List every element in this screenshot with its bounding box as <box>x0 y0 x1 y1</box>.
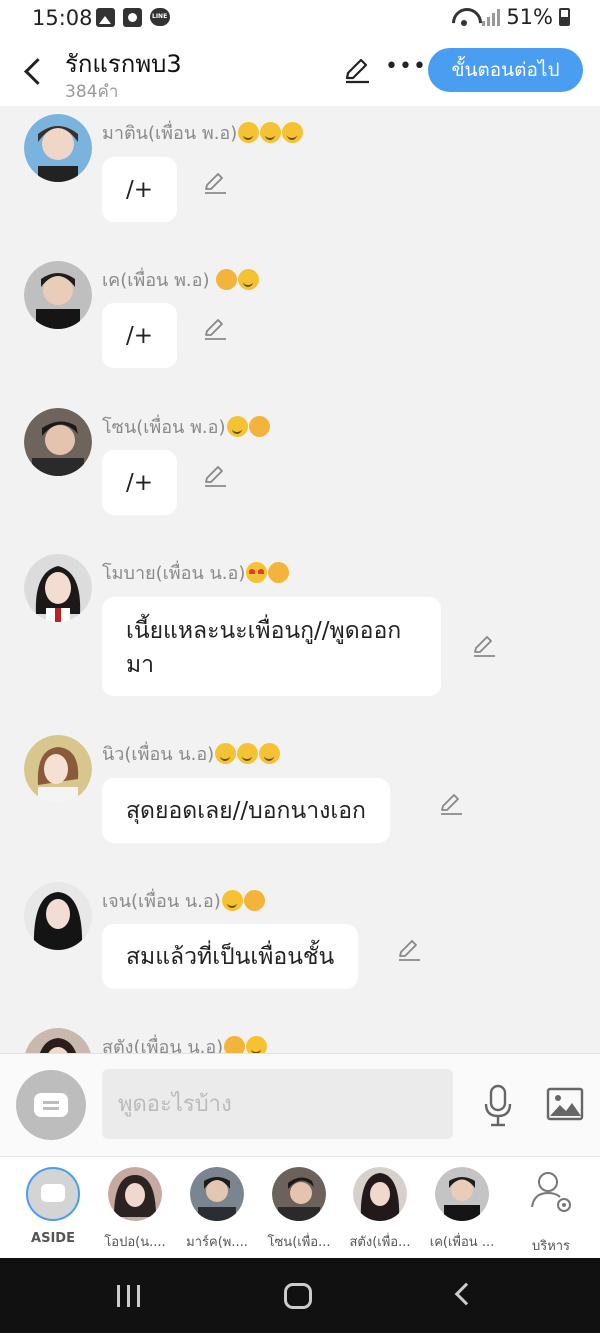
character-aside[interactable]: ASIDE <box>13 1167 93 1246</box>
smile-emoji <box>238 269 260 290</box>
battery-percent: 51% <box>506 5 553 29</box>
chat-area[interactable]: มาติน(เพื่อน พ.อ) /+ เค(เพื่อน พ.อ) /+ โ… <box>0 106 600 1053</box>
status-bar: 15:08 51% <box>0 0 600 36</box>
user-settings-icon <box>531 1172 571 1212</box>
character-item[interactable]: มาร์ค(พ.... <box>177 1167 257 1252</box>
sender-name: สตัง(เพื่อน น.อ) <box>102 1032 268 1053</box>
edit-message-icon[interactable] <box>438 790 464 816</box>
sender-name: โมบาย(เพื่อน น.อ) <box>102 558 290 587</box>
manage-characters[interactable]: บริหาร <box>511 1167 591 1256</box>
character-avatar[interactable] <box>24 882 92 950</box>
more-options-icon[interactable]: ••• <box>385 54 427 79</box>
system-status: 51% <box>452 5 570 29</box>
character-avatar[interactable] <box>24 735 92 803</box>
message-bubble[interactable]: /+ <box>102 157 178 222</box>
kiss-wink-emoji <box>224 1036 246 1053</box>
character-avatar[interactable] <box>24 554 92 622</box>
aside-icon <box>26 1167 80 1221</box>
sender-name: เค(เพื่อน พ.อ) <box>102 265 260 294</box>
screen-record-icon <box>123 8 142 27</box>
line-app-icon <box>150 8 170 26</box>
character-avatar <box>353 1167 407 1221</box>
character-avatar <box>435 1167 489 1221</box>
edit-message-icon[interactable] <box>396 936 422 962</box>
character-label: มาร์ค(พ.... <box>186 1235 248 1250</box>
character-item[interactable]: สตัง(เพื่อ... <box>340 1167 420 1252</box>
sender-name: เจน(เพื่อน น.อ) <box>102 886 265 915</box>
system-back-button[interactable] <box>454 1282 478 1306</box>
image-icon[interactable] <box>546 1087 584 1121</box>
character-label: โอปอ(น.... <box>104 1235 166 1250</box>
smile-emoji <box>237 743 259 764</box>
wifi-icon <box>452 8 476 26</box>
character-item[interactable]: เค(เพื่อน ... <box>422 1167 502 1252</box>
status-time: 15:08 <box>32 6 93 30</box>
microphone-icon[interactable] <box>481 1084 515 1128</box>
message-input[interactable] <box>102 1069 453 1139</box>
edit-message-icon[interactable] <box>202 315 228 341</box>
grin-emoji <box>226 416 248 437</box>
character-avatar[interactable] <box>24 261 92 329</box>
character-selector: ASIDE โอปอ(น.... มาร์ค(พ.... โซน(เพื่อ..… <box>0 1156 600 1258</box>
message-bubble[interactable]: สุดยอดเลย//บอกนางเอก <box>102 778 390 843</box>
edit-message-icon[interactable] <box>471 632 497 658</box>
notification-icons <box>96 8 170 27</box>
chat-bubble-icon[interactable] <box>16 1070 86 1140</box>
character-avatar[interactable] <box>24 408 92 476</box>
character-avatar[interactable] <box>24 114 92 182</box>
smirk-emoji <box>215 743 237 764</box>
word-count: 384คำ <box>65 82 119 102</box>
sender-name: นิว(เพื่อน น.อ) <box>102 739 281 768</box>
character-label: เค(เพื่อน ... <box>429 1235 495 1250</box>
gallery-icon <box>96 8 115 27</box>
grin-emoji <box>259 743 281 764</box>
smile-emoji <box>246 1036 268 1053</box>
kiss-wink-emoji <box>216 269 238 290</box>
message-bubble[interactable]: เนี้ยแหละนะเพื่อนกู//พูดออกมา <box>102 597 441 696</box>
kiss-emoji <box>248 416 270 437</box>
story-header: รักแรกพบ3 384คำ ••• ขั้นตอนต่อไป <box>0 36 600 106</box>
heart-eyes-emoji <box>246 562 268 583</box>
character-label: โซน(เพื่อ... <box>267 1235 331 1250</box>
smile-emoji <box>260 122 282 143</box>
signal-icon <box>482 8 501 26</box>
grin-emoji <box>282 122 304 143</box>
message-bubble[interactable]: สมแล้วที่เป็นเพื่อนชั้น <box>102 924 359 989</box>
message-input-bar <box>0 1053 600 1156</box>
back-button[interactable] <box>18 54 48 88</box>
sender-name: โซน(เพื่อน พ.อ) <box>102 412 270 441</box>
recent-apps-button[interactable] <box>117 1285 145 1307</box>
message-bubble[interactable]: /+ <box>102 450 178 515</box>
battery-icon <box>559 8 570 26</box>
character-avatar[interactable] <box>24 1028 92 1053</box>
system-nav-bar <box>0 1258 600 1333</box>
character-label: สตัง(เพื่อ... <box>349 1235 411 1250</box>
smirk-emoji <box>238 122 260 143</box>
character-label: บริหาร <box>531 1239 571 1254</box>
edit-message-icon[interactable] <box>202 462 228 488</box>
character-label: ASIDE <box>31 1231 75 1246</box>
home-button[interactable] <box>284 1283 312 1309</box>
kiss-emoji <box>268 562 290 583</box>
character-avatar <box>108 1167 162 1221</box>
character-item[interactable]: โซน(เพื่อ... <box>259 1167 339 1252</box>
character-item[interactable]: โอปอ(น.... <box>95 1167 175 1252</box>
next-step-button[interactable]: ขั้นตอนต่อไป <box>428 48 583 92</box>
message-bubble[interactable]: /+ <box>102 303 178 368</box>
sender-name: มาติน(เพื่อน พ.อ) <box>102 118 304 147</box>
character-avatar <box>272 1167 326 1221</box>
edit-message-icon[interactable] <box>202 169 228 195</box>
edit-title-icon[interactable] <box>343 56 371 84</box>
kiss-emoji <box>243 890 265 911</box>
character-avatar <box>190 1167 244 1221</box>
grin-emoji <box>221 890 243 911</box>
